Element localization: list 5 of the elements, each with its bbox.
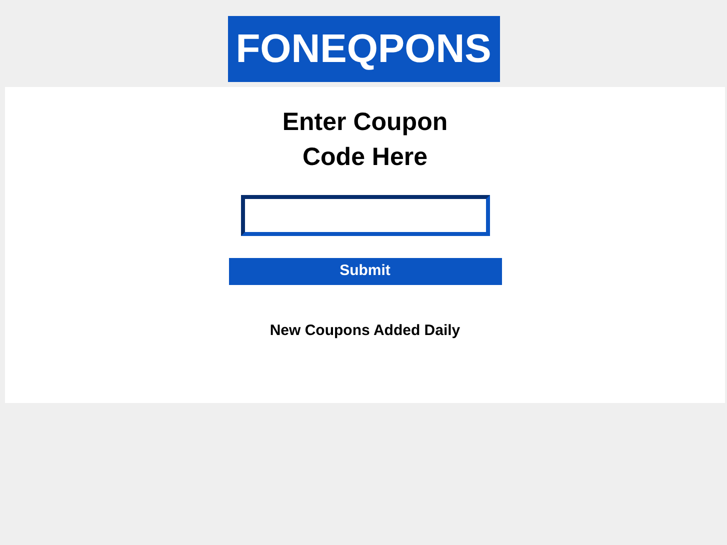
note: New Coupons Added Daily bbox=[270, 321, 460, 341]
coupon-input-field[interactable] bbox=[240, 195, 490, 236]
logo: FONEQPONS bbox=[228, 16, 500, 82]
submit-button[interactable]: Submit bbox=[228, 258, 502, 285]
heading: Enter Coupon Code Here bbox=[282, 107, 448, 173]
